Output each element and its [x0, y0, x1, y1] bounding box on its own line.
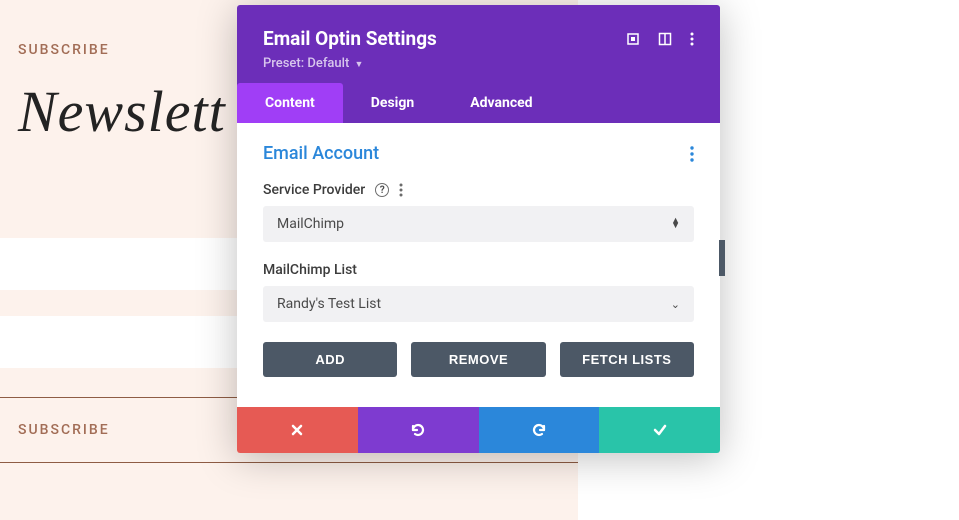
chevron-down-icon: ⌄: [671, 298, 680, 311]
expand-icon[interactable]: [626, 32, 640, 46]
caret-down-icon: ▼: [355, 60, 364, 70]
help-icon[interactable]: ?: [375, 183, 389, 197]
modal-footer: [237, 407, 720, 453]
subscribe-button-label: SUBSCRIBE: [18, 422, 110, 438]
selection-handle[interactable]: [719, 240, 725, 276]
fetch-lists-button[interactable]: FETCH LISTS: [560, 342, 694, 377]
tab-advanced[interactable]: Advanced: [442, 83, 560, 123]
save-button[interactable]: [599, 407, 720, 453]
undo-button[interactable]: [358, 407, 479, 453]
service-provider-value: MailChimp: [277, 216, 344, 232]
sort-arrows-icon: ▲▼: [671, 219, 680, 229]
more-icon[interactable]: [690, 32, 694, 46]
service-provider-select[interactable]: MailChimp ▲▼: [263, 206, 694, 242]
list-select[interactable]: Randy's Test List ⌄: [263, 286, 694, 322]
modal-header: Email Optin Settings: [237, 5, 720, 83]
add-button[interactable]: ADD: [263, 342, 397, 377]
tabs: Content Design Advanced: [237, 83, 720, 123]
redo-button[interactable]: [479, 407, 600, 453]
settings-modal: Email Optin Settings: [237, 5, 720, 453]
panel-content: Email Account Service Provider ? MailChi…: [237, 123, 720, 407]
list-value: Randy's Test List: [277, 296, 381, 312]
hero-content: SUBSCRIBE Newslett: [18, 42, 226, 145]
subscribe-eyebrow: SUBSCRIBE: [18, 42, 226, 58]
panel-icon[interactable]: [658, 32, 672, 46]
newsletter-heading: Newslett: [18, 78, 226, 145]
modal-title: Email Optin Settings: [263, 27, 437, 50]
preset-label: Preset: Default: [263, 56, 349, 71]
tab-content[interactable]: Content: [237, 83, 343, 123]
list-label: MailChimp List: [263, 262, 357, 278]
section-title: Email Account: [263, 143, 379, 164]
service-provider-label: Service Provider: [263, 182, 365, 198]
preset-selector[interactable]: Preset: Default ▼: [263, 56, 694, 71]
remove-button[interactable]: REMOVE: [411, 342, 545, 377]
tab-design[interactable]: Design: [343, 83, 442, 123]
field-more-icon[interactable]: [399, 183, 403, 197]
section-more-icon[interactable]: [690, 146, 694, 162]
close-button[interactable]: [237, 407, 358, 453]
